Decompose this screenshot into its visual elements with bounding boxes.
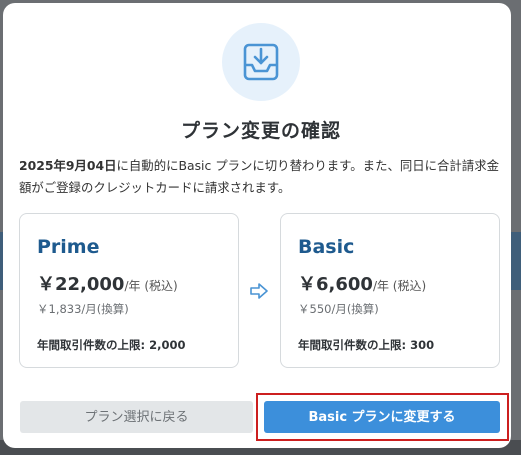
back-to-plan-selection-button[interactable]: プラン選択に戻る [20, 401, 253, 433]
plan-name: Prime [37, 236, 100, 258]
plan-change-dialog: プラン変更の確認 2025年9月04日に自動的にBasic プランに切り替わりま… [3, 3, 511, 448]
background-page-fragment [511, 232, 521, 290]
plan-name: Basic [298, 236, 355, 258]
dialog-title: プラン変更の確認 [180, 120, 341, 142]
plan-price: ￥6,600/年 (税込) [298, 270, 426, 296]
price-unit: /年 (税込) [372, 279, 427, 293]
dialog-description: 2025年9月04日に自動的にBasic プランに切り替わります。また、同日に合… [19, 155, 507, 199]
price-amount: ￥22,000 [37, 274, 125, 295]
transaction-limit: 年間取引件数の上限: 300 [298, 338, 435, 352]
arrow-right-icon [249, 281, 269, 305]
price-amount: ￥6,600 [298, 274, 373, 295]
monthly-price: ￥550/月(換算) [298, 302, 379, 316]
transaction-limit: 年間取引件数の上限: 2,000 [37, 338, 186, 352]
switch-date: 2025年9月04日 [19, 158, 117, 173]
confirm-plan-change-button[interactable]: Basic プランに変更する [264, 401, 500, 433]
monthly-price: ￥1,833/月(換算) [37, 302, 129, 316]
price-unit: /年 (税込) [124, 279, 178, 293]
new-plan-card: Basic ￥6,600/年 (税込) ￥550/月(換算) 年間取引件数の上限… [280, 213, 500, 368]
current-plan-card: Prime ￥22,000/年 (税込) ￥1,833/月(換算) 年間取引件数… [19, 213, 239, 368]
download-tray-icon [222, 23, 300, 101]
plan-price: ￥22,000/年 (税込) [37, 270, 178, 296]
